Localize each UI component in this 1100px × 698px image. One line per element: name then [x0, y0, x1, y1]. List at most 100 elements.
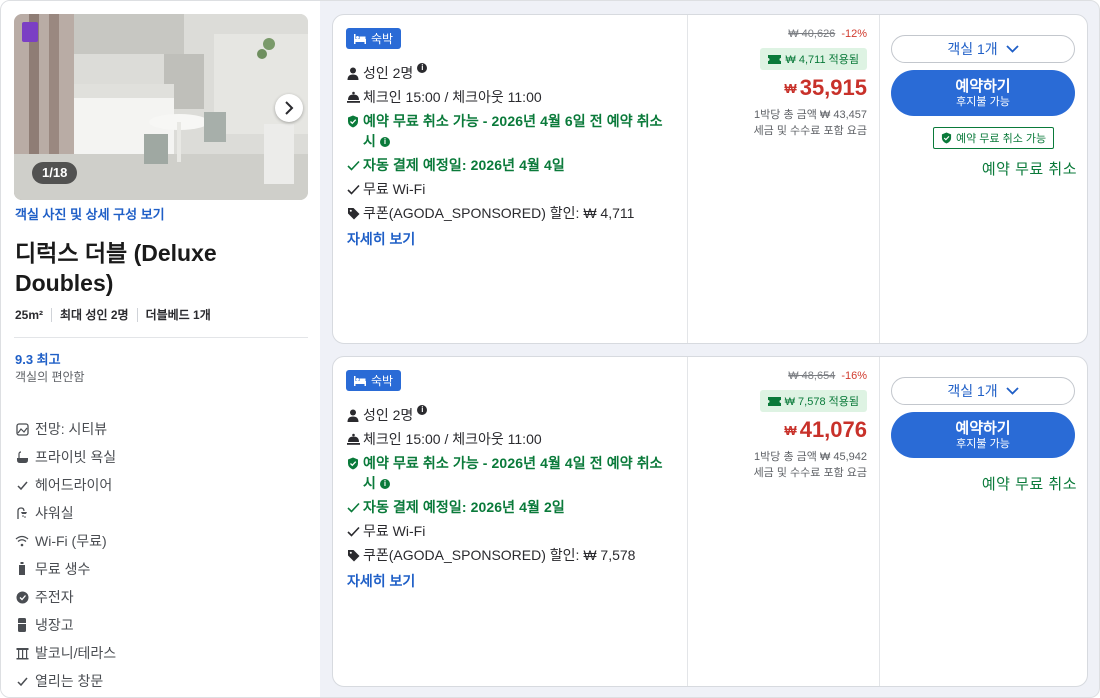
amenity-item: 프라이빗 욕실 [15, 443, 116, 471]
amenity-item: 열리는 창문 [15, 667, 116, 695]
guests-label: 성인 2명 [363, 407, 414, 423]
currency-symbol: ₩ [784, 423, 797, 438]
amenity-list: 전망: 시티뷰 프라이빗 욕실 헤어드라이어 샤워실 Wi-Fi (무료) 무료… [15, 415, 116, 695]
shower-icon [15, 506, 29, 520]
check-icon [15, 674, 29, 688]
view-icon [15, 422, 29, 436]
feature-checkin: 체크인 15:00 / 체크아웃 11:00 [346, 429, 676, 449]
amenity-item: 전망: 시티뷰 [15, 415, 116, 443]
shield-check-icon [346, 111, 360, 131]
feature-free-cancel: 예약 무료 취소 가능 - 2026년 4월 4일 전 예약 취소 시i [346, 453, 676, 493]
details-link[interactable]: 자세히 보기 [347, 229, 415, 249]
bed-icon [354, 33, 366, 44]
checkin-label: 체크인 15:00 / 체크아웃 11:00 [363, 89, 542, 105]
book-button[interactable]: 예약하기 후지불 가능 [891, 70, 1075, 116]
book-button-sublabel: 후지불 가능 [956, 95, 1010, 108]
info-icon[interactable]: i [379, 137, 390, 148]
cancel-policy-text: 예약 무료 취소 가능 - 2026년 4월 4일 전 예약 취소 시i [363, 455, 663, 491]
total-per-night: 1박당 총 금액 ₩ 45,942 [754, 451, 867, 463]
tag-icon [346, 545, 360, 565]
feature-coupon: 쿠폰(AGODA_SPONSORED) 할인: ₩ 4,711 [346, 203, 676, 223]
coupon-applied-label: ₩ 4,711 적용됨 [785, 54, 859, 66]
next-photo-button[interactable] [275, 94, 303, 122]
concierge-icon [346, 87, 360, 107]
bathtub-icon [15, 450, 29, 464]
room-rating-label: 객실의 편안함 [15, 370, 85, 384]
action-column: 객실 1개 예약하기 후지불 가능 예약 무료 취소 가능 예약 무료 취소 [880, 15, 1087, 343]
chevron-right-icon [284, 101, 294, 115]
amenity-label: Wi-Fi (무료) [35, 533, 107, 549]
check-icon [346, 521, 360, 541]
fridge-icon [15, 618, 29, 632]
final-price: ₩35,915 [784, 75, 867, 101]
amenity-item: 냉장고 [15, 611, 116, 639]
room-count-select[interactable]: 객실 1개 [891, 377, 1075, 405]
info-icon[interactable]: i [417, 405, 428, 415]
book-button-sublabel: 후지불 가능 [956, 437, 1010, 450]
water-bottle-icon [15, 562, 29, 576]
details-link[interactable]: 자세히 보기 [347, 571, 415, 591]
action-column: 객실 1개 예약하기 후지불 가능 예약 무료 취소 [880, 357, 1087, 686]
book-button[interactable]: 예약하기 후지불 가능 [891, 412, 1075, 458]
stay-badge-label: 숙박 [371, 32, 394, 46]
price-value: 41,076 [799, 417, 867, 442]
chevron-down-icon [1006, 45, 1019, 53]
amenity-label: 주전자 [35, 589, 74, 605]
offer-features: 성인 2명 i 체크인 15:00 / 체크아웃 11:00 예약 무료 취소 … [346, 63, 676, 227]
book-button-label: 예약하기 [955, 77, 1011, 95]
check-icon [15, 478, 29, 492]
amenity-item: 무료 생수 [15, 555, 116, 583]
guests-label: 성인 2명 [363, 65, 414, 81]
room-photos-link[interactable]: 객실 사진 및 상세 구성 보기 [15, 204, 165, 223]
room-count-label: 객실 1개 [947, 383, 998, 399]
amenity-label: 프라이빗 욕실 [35, 449, 117, 465]
room-offer-panel: 1/18 객실 사진 및 상세 구성 보기 디럭스 더블 (Deluxe Dou… [0, 0, 1100, 698]
offer-features: 성인 2명 i 체크인 15:00 / 체크아웃 11:00 예약 무료 취소 … [346, 405, 676, 569]
amenity-item: 샤워실 [15, 499, 116, 527]
room-count-select[interactable]: 객실 1개 [891, 35, 1075, 63]
concierge-icon [346, 429, 360, 449]
coupon-applied-label: ₩ 7,578 적용됨 [784, 396, 859, 408]
price-value: 35,915 [799, 75, 867, 100]
room-photo[interactable]: 1/18 [14, 14, 308, 200]
coupon-label: 쿠폰(AGODA_SPONSORED) 할인: ₩ 4,711 [363, 205, 635, 221]
room-rating: 9.3 최고 [15, 352, 61, 367]
price-column: ₩ 48,654 -16% ₩ 7,578 적용됨 ₩41,076 1박당 총 금… [688, 357, 879, 686]
shield-check-icon [346, 453, 360, 473]
amenity-label: 샤워실 [35, 505, 74, 521]
wifi-label: 무료 Wi-Fi [363, 181, 426, 197]
person-icon [346, 405, 360, 425]
check-icon [346, 179, 360, 199]
amenity-label: 전망: 시티뷰 [35, 421, 108, 437]
feature-wifi: 무료 Wi-Fi [346, 521, 676, 541]
feature-guests: 성인 2명 i [346, 63, 676, 83]
strikethrough-price: ₩ 40,626 [788, 28, 836, 40]
amenity-label: 냉장고 [35, 617, 74, 633]
photo-counter: 1/18 [32, 162, 78, 184]
stay-badge: 숙박 [346, 28, 402, 49]
tax-note: 세금 및 수수료 포함 요금 [753, 125, 867, 137]
amenity-label: 무료 생수 [35, 561, 91, 577]
room-info-column: 1/18 객실 사진 및 상세 구성 보기 디럭스 더블 (Deluxe Dou… [1, 1, 320, 697]
meta-divider [136, 307, 138, 322]
strikethrough-price: ₩ 48,654 [788, 370, 836, 382]
cancel-policy-text: 예약 무료 취소 가능 - 2026년 4월 6일 전 예약 취소 시i [363, 113, 663, 149]
feature-autopay: 자동 결제 예정일: 2026년 4월 4일 [346, 155, 676, 175]
info-icon[interactable]: i [379, 479, 390, 490]
coupon-applied-badge: ₩ 7,578 적용됨 [759, 390, 867, 412]
section-divider [14, 337, 308, 338]
coupon-label: 쿠폰(AGODA_SPONSORED) 할인: ₩ 7,578 [363, 547, 636, 563]
free-cancel-badge-label: 예약 무료 취소 가능 [956, 133, 1047, 145]
feature-coupon: 쿠폰(AGODA_SPONSORED) 할인: ₩ 7,578 [346, 545, 676, 565]
amenity-item: 헤어드라이어 [15, 471, 116, 499]
currency-symbol: ₩ [784, 81, 797, 96]
meta-divider [51, 307, 53, 322]
amenity-item: Wi-Fi (무료) [15, 527, 116, 555]
room-title: 디럭스 더블 (Deluxe Doubles) [15, 240, 217, 296]
ticket-icon [768, 54, 782, 64]
wifi-label: 무료 Wi-Fi [363, 523, 426, 539]
amenity-label: 발코니/테라스 [35, 645, 117, 661]
tag-icon [346, 203, 360, 223]
offer-card: 숙박 성인 2명 i 체크인 15:00 / 체크아웃 11:00 예약 무료 … [332, 14, 1088, 344]
info-icon[interactable]: i [417, 63, 428, 73]
